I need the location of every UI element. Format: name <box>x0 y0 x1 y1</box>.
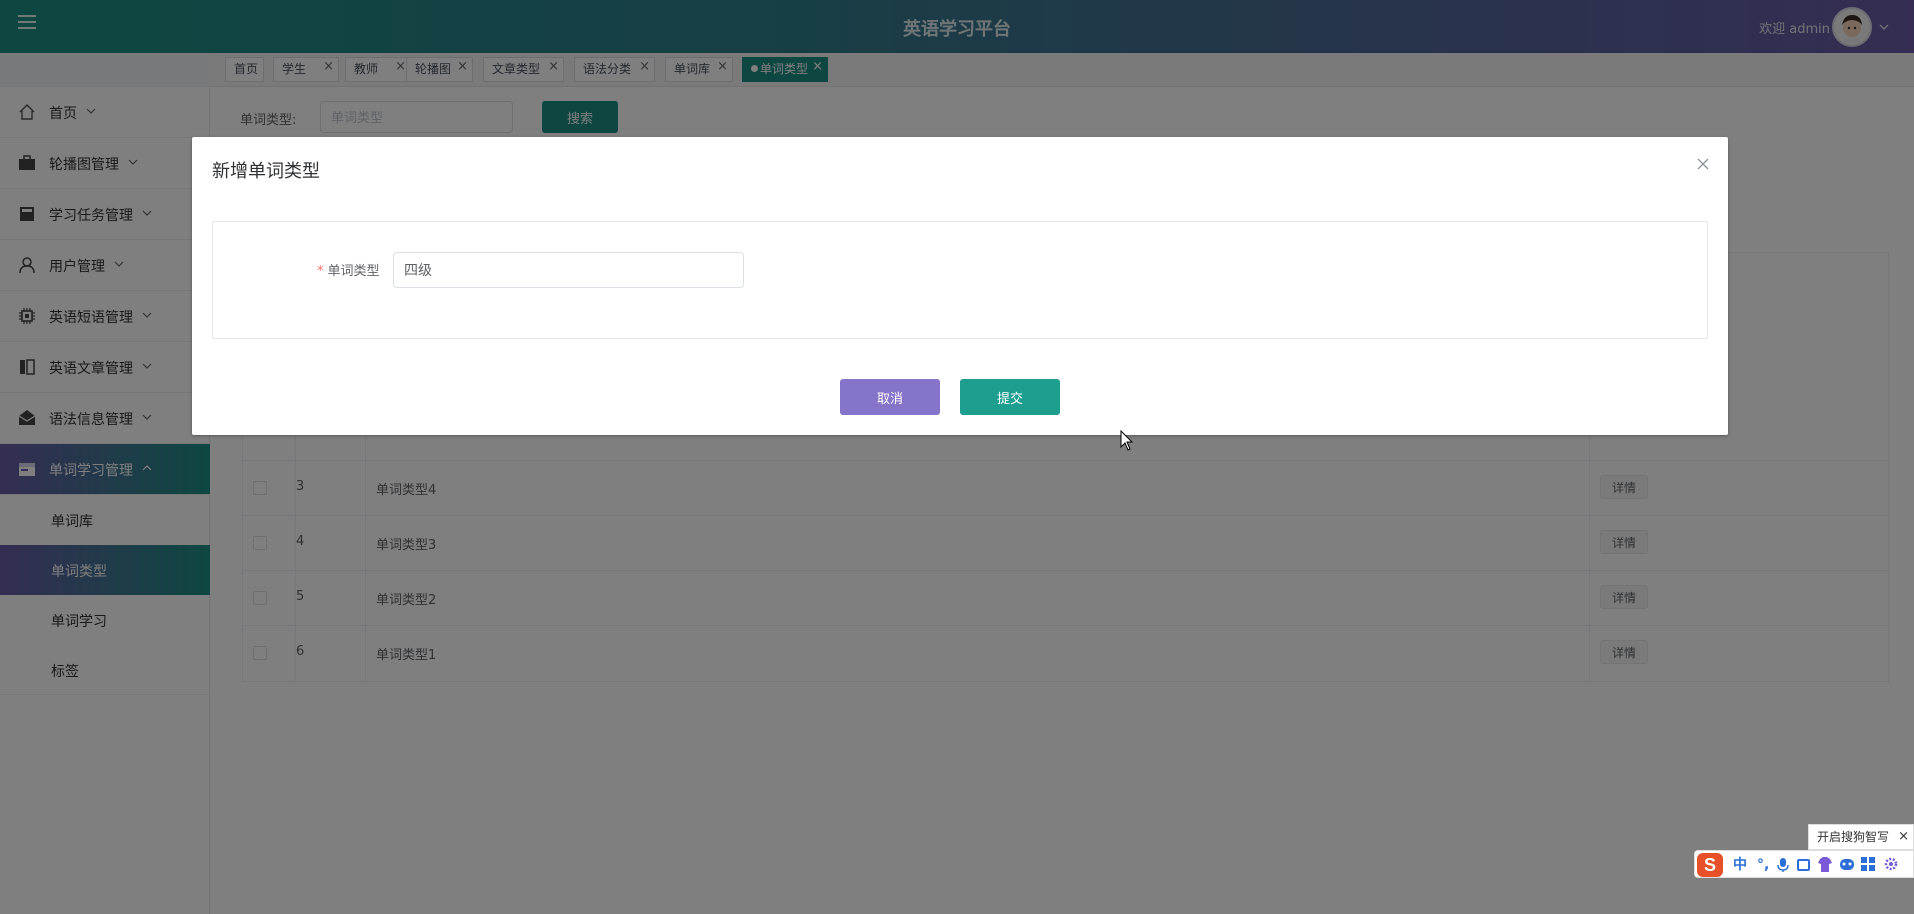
dialog-title: 新增单词类型 <box>212 161 320 182</box>
ime-tip[interactable]: 开启搜狗智写 × <box>1808 824 1914 850</box>
dialog-form: * 单词类型 <box>212 221 1708 339</box>
cancel-button[interactable]: 取消 <box>840 379 940 415</box>
gear-icon[interactable] <box>1883 856 1899 872</box>
grid-icon[interactable] <box>1861 857 1875 871</box>
word-type-input[interactable] <box>393 252 744 288</box>
sogou-logo-icon[interactable]: S <box>1697 853 1723 877</box>
punctuation-icon[interactable]: °, <box>1757 857 1769 873</box>
word-type-label: * 单词类型 <box>317 264 380 279</box>
close-icon[interactable] <box>1696 157 1710 171</box>
mouse-cursor-icon <box>1120 430 1134 451</box>
microphone-icon[interactable] <box>1777 857 1789 873</box>
ime-toolbar: S 中 °, <box>1694 850 1914 878</box>
skin-icon[interactable] <box>1817 856 1833 873</box>
ime-lang-toggle[interactable]: 中 <box>1733 857 1747 873</box>
submit-button[interactable]: 提交 <box>960 379 1060 415</box>
keyboard-icon[interactable] <box>1797 859 1810 871</box>
gamepad-icon[interactable] <box>1839 858 1855 871</box>
add-word-type-dialog: 新增单词类型 *单词类型 取消 提交 <box>192 137 1728 435</box>
close-icon[interactable]: × <box>1898 825 1909 849</box>
